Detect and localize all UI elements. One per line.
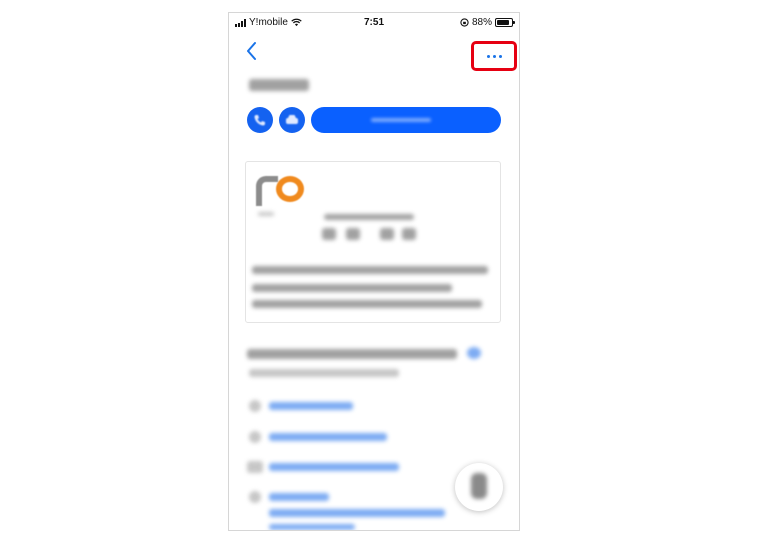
place-title: [249, 79, 309, 91]
service-icon: [249, 491, 261, 503]
phone-icon: [254, 115, 265, 126]
more-options-button[interactable]: [471, 41, 517, 71]
call-button[interactable]: [247, 107, 273, 133]
floating-profile-button[interactable]: [455, 463, 503, 511]
primary-action-button[interactable]: [311, 107, 501, 133]
card-text-line-3: [252, 300, 482, 308]
battery-icon: [495, 18, 515, 27]
info-card: [245, 161, 501, 323]
service-link-3[interactable]: [269, 524, 355, 530]
service-link-2[interactable]: [269, 509, 445, 517]
phone-number-icon: [249, 431, 261, 443]
chevron-left-icon: [247, 42, 256, 60]
phone-number-link[interactable]: [269, 433, 387, 441]
hours-link[interactable]: [269, 463, 399, 471]
service-link-1[interactable]: [269, 493, 329, 501]
primary-action-label: [371, 118, 431, 122]
hours-icon: [247, 461, 263, 473]
card-badge-3: [380, 228, 394, 240]
copy-icon[interactable]: [467, 347, 481, 359]
card-subtitle: [324, 214, 414, 220]
address-line: [247, 349, 457, 359]
back-button[interactable]: [241, 39, 263, 63]
website-icon: [249, 400, 261, 412]
status-bar: Y!mobile 7:51 88%: [229, 13, 519, 33]
card-text-line-2: [252, 284, 452, 292]
route-button[interactable]: [279, 107, 305, 133]
orientation-lock-icon: [460, 18, 469, 27]
phone-screen: Y!mobile 7:51 88%: [228, 12, 520, 531]
card-badge-4: [402, 228, 416, 240]
card-text-line-1: [252, 266, 488, 274]
address-subline: [249, 369, 399, 377]
card-badge-2: [346, 228, 360, 240]
car-icon: [286, 115, 298, 124]
card-badge-1: [322, 228, 336, 240]
status-right: 88%: [460, 17, 515, 28]
brand-logo: [256, 174, 306, 208]
battery-percent: 88%: [471, 17, 492, 28]
ellipsis-icon: [485, 54, 503, 58]
website-link[interactable]: [269, 402, 353, 410]
battery-level-fill: [497, 20, 510, 25]
logo-caption: [258, 212, 274, 216]
person-icon: [471, 473, 487, 499]
